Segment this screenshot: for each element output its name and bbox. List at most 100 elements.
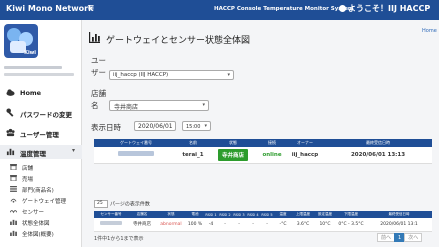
column-header[interactable]: 電池 [186,211,204,218]
time-select[interactable]: 15:00 ▾ [182,121,211,131]
top-bar: Kiwi Mono Network ≡ HACCP Console Temper… [0,0,439,20]
column-header[interactable]: RSSI 4 [246,211,260,218]
gateway-status-cell: 寺井商店 [208,147,258,164]
store-cell: 寺井商店 [128,218,156,232]
gateway-id-cell [94,147,178,164]
status-badge[interactable]: 寺井商店 [217,148,248,161]
key-icon [6,108,14,117]
sidebar-item-label: パスワードの変更 [20,111,72,119]
sidebar-sub-label: センサー [22,210,45,216]
pagination-prev[interactable]: 前へ [377,233,396,242]
column-header[interactable]: 温度 [274,211,292,218]
chevron-down-icon: ▾ [204,123,207,129]
system-name: HACCP Console Temperature Monitor System [214,6,354,12]
sidebar-sub-sensor[interactable]: センサー [0,206,82,216]
set-temp-cell: 10°C [314,218,336,232]
user-label-continued: ザー [91,68,106,77]
sidebar-item-users[interactable]: ユーザー管理 [0,126,82,140]
column-header[interactable]: 設定温度 [314,211,336,218]
blurred-sensor-id [100,221,122,226]
user-icon [339,5,346,12]
gateway-table-header: ゲートウェイ番号 名前 状態 接続 オーナー 最終受信日時 [94,139,432,147]
column-header[interactable]: センサー番号 [94,211,128,218]
upper-temp-cell: 3.6°C [292,218,314,232]
column-header[interactable]: オーナー [286,139,324,147]
column-header[interactable]: 最終受信日時 [366,211,432,218]
column-header[interactable]: RSSI 1 [204,211,218,218]
sensor-status-cell: abnormal [156,218,186,232]
sidebar-sub-sales-floor[interactable]: 売場 [0,173,82,183]
column-header[interactable]: RSSI 3 [232,211,246,218]
store-select[interactable]: 寺井商店 ▾ [109,100,209,111]
welcome-menu[interactable]: ようこそ！IIJ HACCP [339,3,430,14]
user-label: ユー [91,56,106,65]
sensor-table-header: センサー番号 店舗名 状態 電池 RSSI 1 RSSI 2 RSSI 3 RS… [94,211,432,218]
lower-temp-cell: 0°C - 3.5°C [336,218,366,232]
pagination: 前へ 1 次へ [377,233,423,242]
date-label: 表示日時 [91,123,121,132]
column-header[interactable]: 状態 [156,211,186,218]
chevron-down-icon: ▾ [202,102,205,108]
sidebar-sub-store[interactable]: 店舗 [0,162,82,172]
brand-name[interactable]: Kiwi Mono Network [6,4,93,13]
column-header[interactable]: 名前 [178,139,208,147]
sidebar-sub-department[interactable]: 部門(商品名) [0,184,82,194]
sidebar-item-home[interactable]: Home [0,86,82,100]
breadcrumb-home[interactable]: Home [422,28,437,34]
column-header[interactable]: 接続 [258,139,286,147]
cloud-icon [6,89,15,96]
pagination-next[interactable]: 次へ [404,233,423,242]
sidebar-sub-label: ゲートウェイ管理 [22,199,67,205]
user-select-value: iij_haccp (IIJ HACCP) [113,72,169,78]
rssi3-cell: - [232,218,246,232]
blurred-user-email [4,73,74,76]
chart-icon [10,230,17,236]
rssi4-cell: - [246,218,260,232]
chevron-down-icon: ▾ [227,72,230,78]
store-label: 店舗 [91,89,106,98]
sidebar-sub-label: 状態全体図 [22,221,50,227]
table-row: 寺井商店 abnormal 100 % -4 - - - - -°C 3.6°C… [94,218,432,232]
page-size-control: 25 パージの表示件数 [94,200,150,208]
owner-cell: iij_haccp [286,147,324,164]
blurred-gateway-id [118,151,154,157]
store-label-continued: 名 [91,101,99,110]
user-select[interactable]: iij_haccp (IIJ HACCP) ▾ [109,70,234,80]
sidebar-sub-gateway[interactable]: ゲートウェイ管理 [0,195,82,205]
battery-cell: 100 % [186,218,204,232]
sensor-icon [10,210,17,214]
page-title: ゲートウェイとセンサー状態全体図 [106,36,251,46]
sidebar-item-label: 温度管理 [20,150,46,158]
gateway-icon [10,198,17,203]
main-content: Home ゲートウェイとセンサー状態全体図 ユー ザー iij_haccp (I… [82,20,439,247]
column-header[interactable]: 店舗名 [128,211,156,218]
column-header[interactable]: 下限温度 [336,211,366,218]
column-header[interactable]: ゲートウェイ番号 [94,139,178,147]
last-received-cell: 2020/06/01 13:1 [366,218,432,232]
sidebar-sub-overview-summary[interactable]: 全体図(概要) [0,228,82,238]
page-size-select[interactable]: 25 [94,200,108,208]
sidebar-sub-status-overview[interactable]: 状態全体図 [0,217,82,227]
page-size-value: 25 [97,201,103,206]
column-header[interactable]: 上限温度 [292,211,314,218]
column-header[interactable]: 状態 [208,139,258,147]
sidebar-item-label: ユーザー管理 [20,131,59,139]
column-header[interactable]: RSSI 5 [260,211,274,218]
date-input[interactable]: 2020/06/01 [134,121,176,131]
hamburger-icon[interactable]: ≡ [87,3,95,13]
list-icon [10,186,17,192]
sidebar-item-password[interactable]: パスワードの変更 [0,106,82,120]
sidebar-item-temperature[interactable]: 温度管理 ▾ [0,145,82,159]
chart-icon [6,148,15,156]
blurred-user-name [4,66,62,69]
store-select-value: 寺井商店 [114,104,139,111]
last-received-cell: 2020/06/01 13:13 [324,147,432,164]
users-icon [6,128,15,137]
temperature-cell: -°C [274,218,292,232]
connection-cell: online [258,147,286,164]
sidebar-sub-label: 売場 [22,177,34,183]
column-header[interactable]: RSSI 2 [218,211,232,218]
rssi2-cell: - [218,218,232,232]
column-header[interactable]: 最終受信日時 [324,139,432,147]
sensor-id-cell [94,218,128,232]
